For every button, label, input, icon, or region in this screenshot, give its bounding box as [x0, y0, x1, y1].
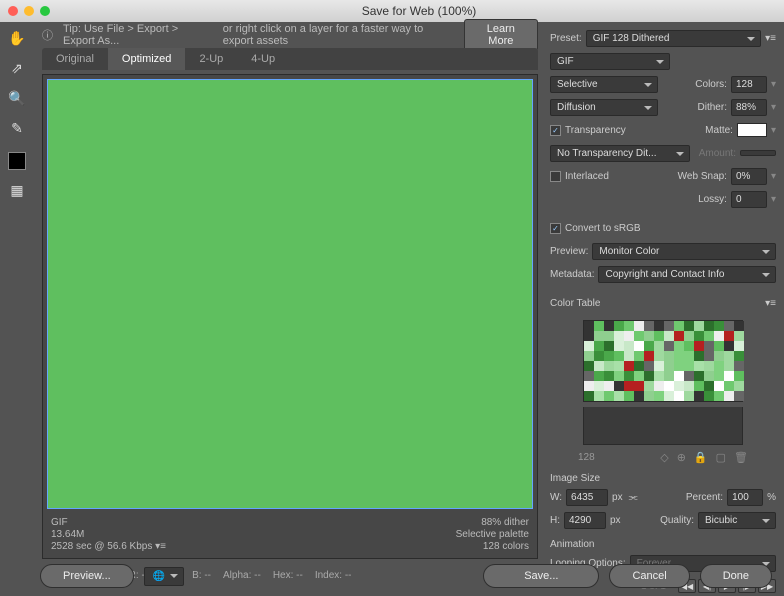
matte-label: Matte:: [705, 125, 733, 136]
zoom-tool-icon[interactable]: 🔍: [5, 88, 29, 108]
info-colors: 128 colors: [456, 541, 529, 552]
lossy-stepper-icon[interactable]: ▾: [771, 194, 776, 205]
done-button[interactable]: Done: [700, 564, 772, 588]
tab-4up[interactable]: 4-Up: [237, 48, 289, 70]
preview-panel: GIF 13.64M 2528 sec @ 56.6 Kbps ▾≡ 88% d…: [42, 74, 538, 559]
matte-swatch[interactable]: [737, 123, 767, 137]
info-filesize: 13.64M: [51, 529, 166, 540]
color-reduction-select[interactable]: Selective: [550, 76, 658, 93]
preset-menu-icon[interactable]: ▾≡: [765, 33, 776, 44]
percent-label: Percent:: [686, 492, 723, 503]
image-size-label: Image Size: [550, 473, 776, 484]
preview-button[interactable]: Preview...: [40, 564, 134, 588]
height-label: H:: [550, 515, 560, 526]
preview-select[interactable]: Monitor Color: [592, 243, 776, 260]
srgb-label: Convert to sRGB: [565, 223, 641, 234]
preset-label: Preset:: [550, 33, 582, 44]
ct-lock-icon[interactable]: 🔒: [694, 451, 708, 464]
settings-panel: Preset: GIF 128 Dithered ▾≡ GIF Selectiv…: [546, 22, 784, 596]
width-unit: px: [612, 492, 623, 503]
color-table-menu-icon[interactable]: ▾≡: [765, 298, 776, 309]
preview-canvas[interactable]: [47, 79, 533, 509]
window-title: Save for Web (100%): [62, 4, 776, 18]
preset-select[interactable]: GIF 128 Dithered: [586, 30, 761, 47]
info-dither: 88% dither: [456, 517, 529, 528]
toolstrip: ✋ ⇗ 🔍 ✎ ▦: [0, 22, 34, 596]
dither-method-select[interactable]: Diffusion: [550, 99, 658, 116]
width-input[interactable]: 6435: [566, 489, 608, 506]
preview-label: Preview:: [550, 246, 588, 257]
interlaced-checkbox[interactable]: [550, 171, 561, 182]
window-zoom-icon[interactable]: [40, 6, 50, 16]
height-input[interactable]: 4290: [564, 512, 606, 529]
websnap-input[interactable]: 0%: [731, 168, 767, 185]
quality-select[interactable]: Bicubic: [698, 512, 776, 529]
toggle-slices-icon[interactable]: ▦: [5, 180, 29, 200]
amount-label: Amount:: [699, 148, 736, 159]
height-unit: px: [610, 515, 621, 526]
srgb-checkbox[interactable]: ✓: [550, 223, 561, 234]
transparency-checkbox[interactable]: ✓: [550, 125, 561, 136]
tab-original[interactable]: Original: [42, 48, 108, 70]
hand-tool-icon[interactable]: ✋: [5, 28, 29, 48]
tip-prefix: Tip: Use File > Export > Export As...: [63, 23, 213, 47]
percent-input[interactable]: 100: [727, 489, 763, 506]
quality-label: Quality:: [660, 515, 694, 526]
info-format: GIF: [51, 517, 166, 528]
ct-websafe-icon[interactable]: ⊕: [677, 451, 686, 464]
tip-suffix: or right click on a layer for a faster w…: [223, 23, 454, 47]
window-close-icon[interactable]: [8, 6, 18, 16]
colors-input[interactable]: 128: [731, 76, 767, 93]
color-table[interactable]: [583, 320, 743, 402]
animation-label: Animation: [550, 539, 776, 550]
percent-symbol: %: [767, 492, 776, 503]
preview-tabs: Original Optimized 2-Up 4-Up: [42, 48, 538, 70]
titlebar: Save for Web (100%): [0, 0, 784, 22]
dither-stepper-icon[interactable]: ▾: [771, 102, 776, 113]
learn-more-button[interactable]: Learn More: [464, 19, 538, 51]
tab-optimized[interactable]: Optimized: [108, 48, 186, 70]
color-table-empty: [583, 407, 743, 445]
info-icon: ⓘ: [42, 27, 53, 43]
lossy-input[interactable]: 0: [731, 191, 767, 208]
format-select[interactable]: GIF: [550, 53, 670, 70]
websnap-label: Web Snap:: [678, 171, 727, 182]
eyedropper-tool-icon[interactable]: ✎: [5, 118, 29, 138]
info-download-time[interactable]: 2528 sec @ 56.6 Kbps ▾≡: [51, 541, 166, 552]
link-icon[interactable]: ⫘: [629, 492, 638, 503]
colors-label: Colors:: [695, 79, 727, 90]
slice-select-tool-icon[interactable]: ⇗: [5, 58, 29, 78]
eyedropper-color-swatch[interactable]: [8, 152, 26, 170]
browser-preview-select[interactable]: 🌐: [144, 567, 184, 586]
colors-stepper-icon[interactable]: ▾: [771, 79, 776, 90]
save-button[interactable]: Save...: [483, 564, 599, 588]
width-label: W:: [550, 492, 562, 503]
ct-delete-icon[interactable]: 🗑: [734, 451, 748, 464]
color-table-label: Color Table: [550, 298, 600, 309]
interlaced-label: Interlaced: [565, 171, 609, 182]
transparency-dither-select[interactable]: No Transparency Dit...: [550, 145, 690, 162]
color-table-count: 128: [578, 452, 595, 463]
info-palette: Selective palette: [456, 529, 529, 540]
tab-2up[interactable]: 2-Up: [185, 48, 237, 70]
metadata-select[interactable]: Copyright and Contact Info: [598, 266, 776, 283]
window-minimize-icon[interactable]: [24, 6, 34, 16]
cancel-button[interactable]: Cancel: [609, 564, 689, 588]
dither-label: Dither:: [698, 102, 727, 113]
tip-bar: ⓘ Tip: Use File > Export > Export As... …: [34, 22, 546, 48]
matte-dropdown-icon[interactable]: ▾: [771, 125, 776, 136]
dialog-footer: Preview... 🌐 Save... Cancel Done: [40, 564, 772, 588]
transparency-label: Transparency: [565, 125, 626, 136]
metadata-label: Metadata:: [550, 269, 594, 280]
amount-input: [740, 150, 776, 156]
ct-new-icon[interactable]: ▢: [716, 451, 726, 464]
dither-input[interactable]: 88%: [731, 99, 767, 116]
websnap-stepper-icon[interactable]: ▾: [771, 171, 776, 182]
ct-transparency-icon[interactable]: ◇: [660, 451, 668, 464]
lossy-label: Lossy:: [698, 194, 727, 205]
